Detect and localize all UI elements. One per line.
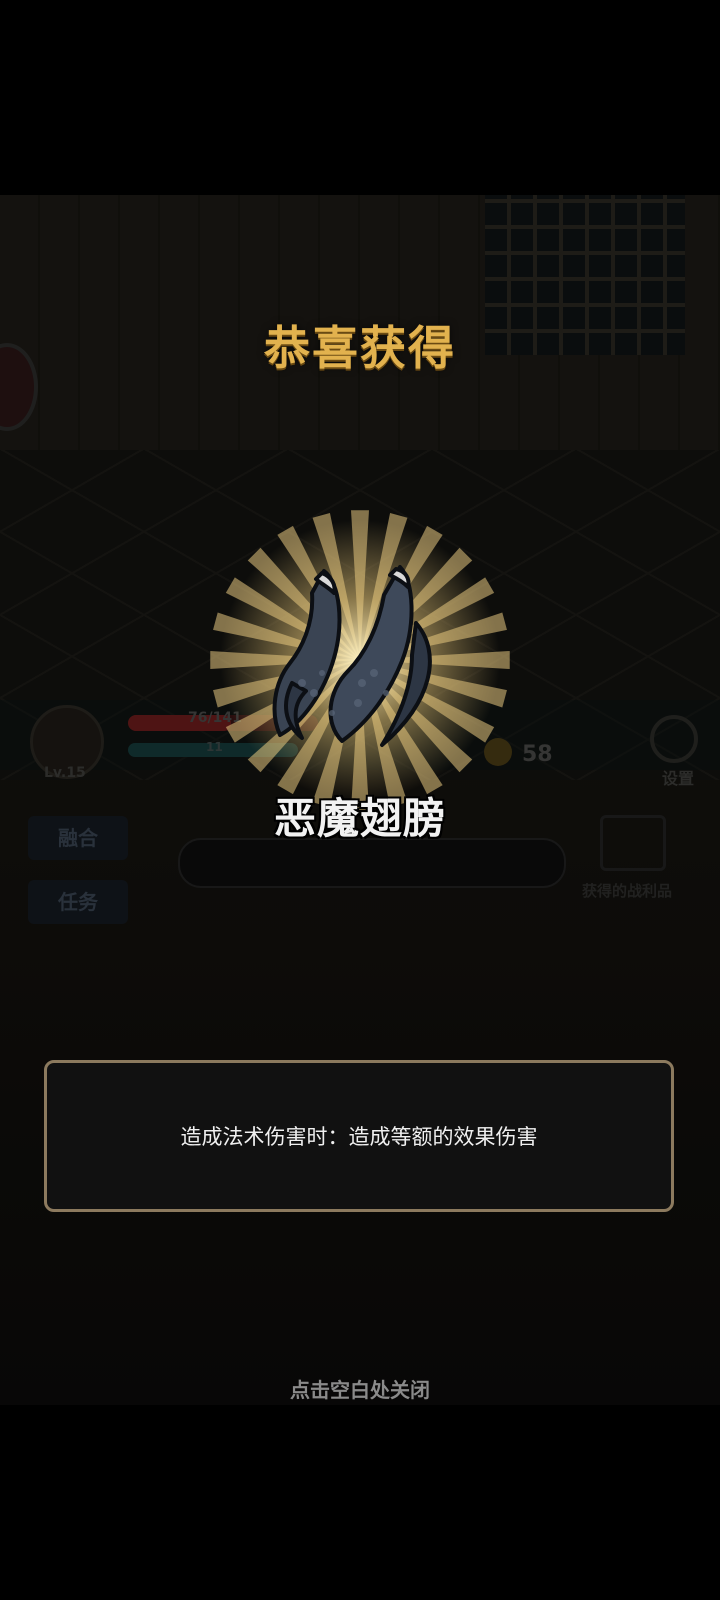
item-name: 恶魔翅膀 — [273, 794, 446, 843]
close-hint: 点击空白处关闭 — [290, 1378, 430, 1402]
item-description-box: 造成法术伤害时：造成等额的效果伤害 — [44, 1060, 674, 1212]
item-description: 造成法术伤害时：造成等额的效果伤害 — [180, 1125, 538, 1149]
demon-wings-icon — [272, 565, 432, 747]
reward-title: 恭喜获得 — [264, 321, 456, 375]
